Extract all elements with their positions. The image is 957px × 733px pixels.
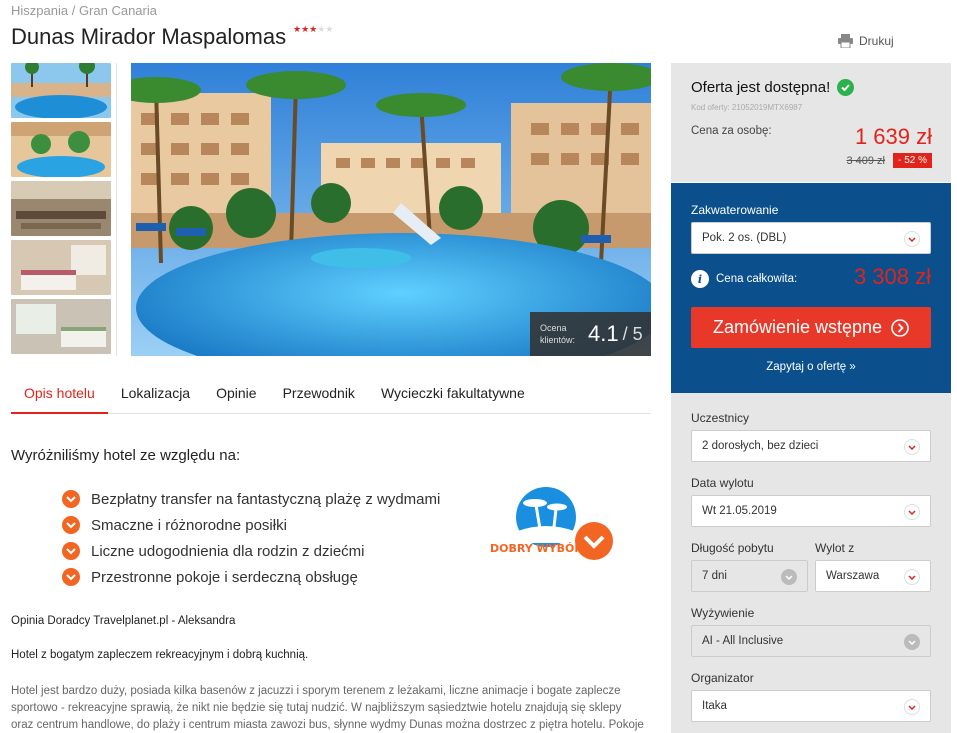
total-price-row: i Cena całkowita: 3 308 zł xyxy=(691,264,931,289)
check-icon xyxy=(62,542,80,560)
organizer-label: Organizator xyxy=(691,671,754,685)
thumbnail-pool[interactable] xyxy=(11,63,111,118)
chevron-down-icon xyxy=(904,231,920,247)
offer-code: Kod oferty: 21052019MTX6987 xyxy=(691,103,803,112)
rating-value: 4.1 xyxy=(588,321,619,346)
why-title: Wyróżniliśmy hotel ze względu na: xyxy=(11,447,241,464)
board-value: AI - All Inclusive xyxy=(702,635,784,647)
advisor-headline: Hotel z bogatym zapleczem rekreacyjnym i… xyxy=(11,649,309,661)
tab-location[interactable]: Lokalizacja xyxy=(108,374,203,414)
chevron-down-icon xyxy=(904,439,920,455)
breadcrumb-separator: / xyxy=(68,3,79,18)
thumbnail-restaurant[interactable] xyxy=(11,181,111,236)
feature-text: Liczne udogodnienia dla rodzin z dziećmi xyxy=(91,542,365,560)
organizer-select[interactable]: Itaka xyxy=(691,690,931,722)
feature-item: Bezpłatny transfer na fantastyczną plażę… xyxy=(62,486,440,512)
offer-summary: Oferta jest dostępna! Kod oferty: 210520… xyxy=(671,63,951,182)
tab-description[interactable]: Opis hotelu xyxy=(11,374,108,414)
date-label: Data wylotu xyxy=(691,476,754,490)
departure-label: Wylot z xyxy=(815,541,855,555)
check-icon xyxy=(62,516,80,534)
participants-select[interactable]: 2 dorosłych, bez dzieci xyxy=(691,430,931,462)
departure-select[interactable]: Warszawa xyxy=(815,560,931,592)
feature-item: Smaczne i różnorodne posiłki xyxy=(62,512,440,538)
customer-rating: Ocena klientów: 4.1 / 5 xyxy=(530,312,651,356)
logo-text: DOBRY WYBÓR xyxy=(490,542,583,555)
good-choice-logo: DOBRY WYBÓR xyxy=(488,483,618,565)
hotel-stars: ★★★★★ xyxy=(293,24,333,35)
departure-value: Warszawa xyxy=(826,570,880,582)
booking-panel: Zakwaterowanie Pok. 2 os. (DBL) i Cena c… xyxy=(671,183,951,393)
advisor-text: Hotel jest bardzo duży, posiada kilka ba… xyxy=(11,685,644,731)
info-icon[interactable]: i xyxy=(691,270,709,288)
printer-icon xyxy=(838,34,853,48)
hotel-tabs: Opis hotelu Lokalizacja Opinie Przewodni… xyxy=(11,374,651,414)
participants-label: Uczestnicy xyxy=(691,411,750,425)
breadcrumb: Hiszpania / Gran Canaria xyxy=(11,3,157,18)
preorder-button[interactable]: Zamówienie wstępne xyxy=(691,307,931,348)
thumbnail-pool-garden[interactable] xyxy=(11,122,111,177)
chevron-down-icon xyxy=(904,569,920,585)
accommodation-value: Pok. 2 os. (DBL) xyxy=(702,232,787,244)
print-label: Drukuj xyxy=(859,34,894,48)
gallery-divider xyxy=(116,63,117,356)
check-icon xyxy=(62,568,80,586)
thumbnail-gallery xyxy=(11,63,112,358)
breadcrumb-region[interactable]: Gran Canaria xyxy=(79,3,157,18)
star-empty-icon: ★ xyxy=(325,24,334,34)
thumbnail-room-2[interactable] xyxy=(11,299,111,354)
offer-status-text: Oferta jest dostępna! xyxy=(691,79,831,96)
preorder-button-label: Zamówienie wstępne xyxy=(712,317,883,337)
date-value: Wt 21.05.2019 xyxy=(702,505,777,517)
tab-guide[interactable]: Przewodnik xyxy=(270,374,368,414)
discount-badge: - 52 % xyxy=(893,153,932,168)
participants-value: 2 dorosłych, bez dzieci xyxy=(702,440,819,452)
organizer-value: Itaka xyxy=(702,700,727,712)
feature-item: Liczne udogodnienia dla rodzin z dziećmi xyxy=(62,538,440,564)
chevron-down-icon xyxy=(904,699,920,715)
offer-status: Oferta jest dostępna! xyxy=(691,79,855,96)
hotel-title: Dunas Mirador Maspalomas xyxy=(11,24,287,49)
price-per-person-label: Cena za osobę: xyxy=(691,125,772,137)
length-label: Długość pobytu xyxy=(691,541,774,555)
feature-text: Bezpłatny transfer na fantastyczną plażę… xyxy=(91,490,441,508)
rating-max: / 5 xyxy=(622,323,643,344)
arrow-circle-right-icon xyxy=(891,318,909,337)
chevron-down-icon xyxy=(781,569,797,585)
price-per-person: 1 639 zł xyxy=(854,124,932,149)
star-icon: ★ xyxy=(293,24,302,34)
check-circle-icon xyxy=(837,79,855,96)
chevron-down-icon xyxy=(904,634,920,650)
check-icon xyxy=(62,490,80,508)
thumbnail-room[interactable] xyxy=(11,240,111,295)
accommodation-select[interactable]: Pok. 2 os. (DBL) xyxy=(691,222,931,254)
feature-text: Przestronne pokoje i serdeczną obsługę xyxy=(91,568,358,586)
board-label: Wyżywienie xyxy=(691,606,755,620)
old-price: 3 409 zł xyxy=(846,155,885,167)
chevron-down-icon xyxy=(904,504,920,520)
feature-text: Smaczne i różnorodne posiłki xyxy=(91,516,287,534)
feature-item: Przestronne pokoje i serdeczną obsługę xyxy=(62,564,440,590)
length-select[interactable]: 7 dni xyxy=(691,560,808,592)
total-price-label: Cena całkowita: xyxy=(716,273,798,285)
feature-list: Bezpłatny transfer na fantastyczną plażę… xyxy=(62,486,440,590)
date-select[interactable]: Wt 21.05.2019 xyxy=(691,495,931,527)
tab-reviews[interactable]: Opinie xyxy=(203,374,269,414)
print-button[interactable]: Drukuj xyxy=(838,34,894,48)
board-select[interactable]: AI - All Inclusive xyxy=(691,625,931,657)
accommodation-label: Zakwaterowanie xyxy=(691,203,779,217)
rating-label: Ocena klientów: xyxy=(540,323,576,345)
star-icon: ★ xyxy=(301,24,310,34)
breadcrumb-country[interactable]: Hiszpania xyxy=(11,3,68,18)
advisor-byline: Opinia Doradcy Travelplanet.pl - Aleksan… xyxy=(11,615,236,627)
trip-filters: Uczestnicy 2 dorosłych, bez dzieci Data … xyxy=(671,393,951,733)
ask-about-offer-link[interactable]: Zapytaj o ofertę » xyxy=(671,361,951,373)
tab-excursions[interactable]: Wycieczki fakultatywne xyxy=(368,374,538,414)
length-value: 7 dni xyxy=(702,570,727,582)
total-price: 3 308 zł xyxy=(853,264,931,289)
